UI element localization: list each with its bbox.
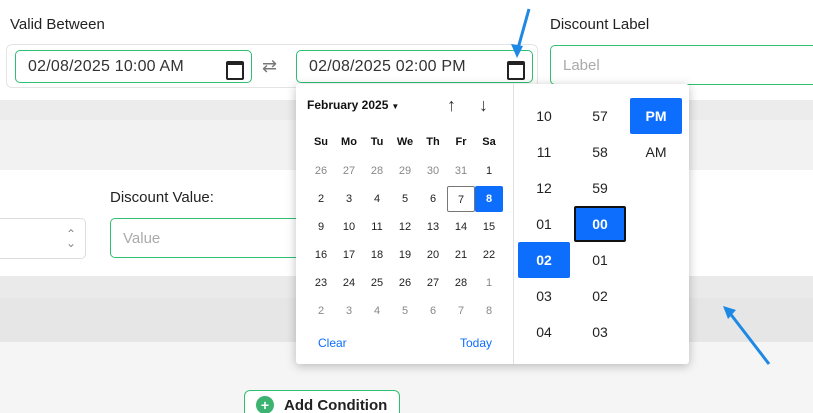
annotation-arrows — [511, 8, 771, 365]
annotation-arrow-bottom — [723, 306, 771, 365]
annotation-arrow-top — [511, 8, 531, 58]
